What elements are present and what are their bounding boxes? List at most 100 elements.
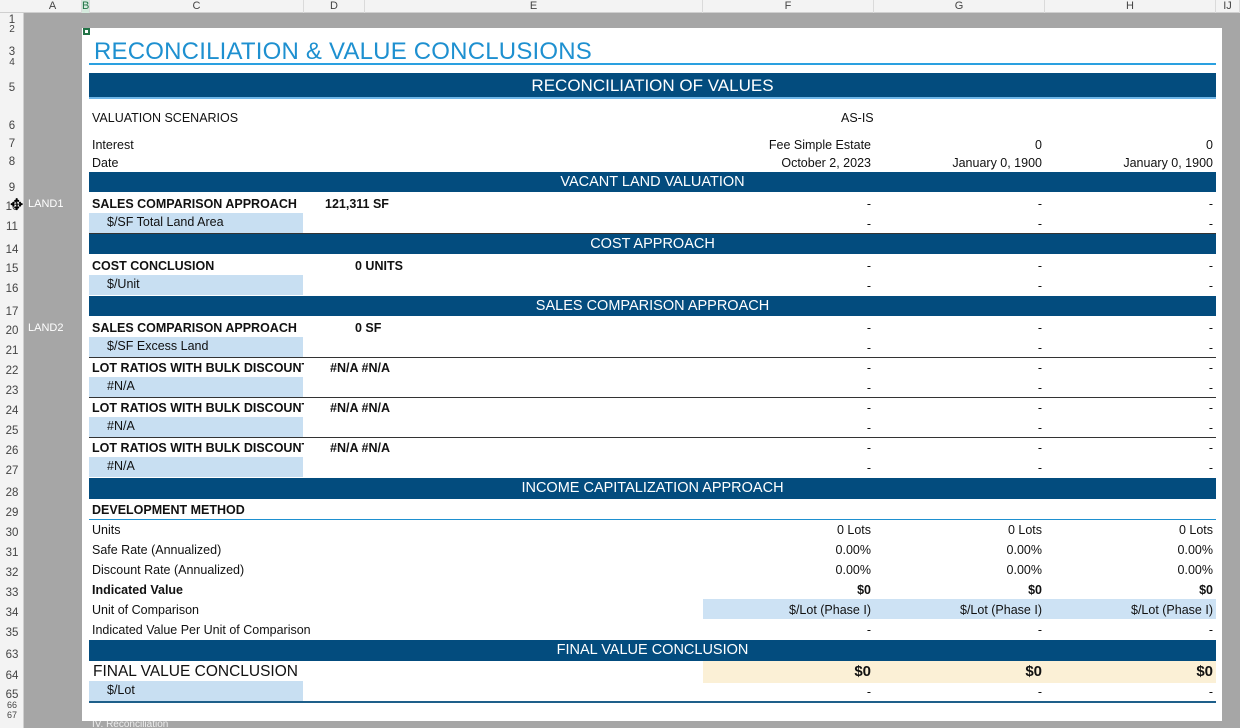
dash-cell[interactable]: - xyxy=(874,400,1042,416)
sf-total-land-area-cell[interactable]: $/SF Total Land Area xyxy=(89,213,303,233)
row-number[interactable]: 16 xyxy=(0,279,24,299)
dash-cell[interactable]: - xyxy=(874,340,1042,356)
row-number[interactable]: 66 xyxy=(0,701,24,710)
dash-cell[interactable]: - xyxy=(703,380,871,396)
row-number[interactable]: 27 xyxy=(0,461,24,481)
dash-cell[interactable]: - xyxy=(703,360,871,376)
dash-cell[interactable]: - xyxy=(1045,278,1213,294)
safe-rate-f[interactable]: 0.00% xyxy=(703,542,871,558)
row-number[interactable]: 17 xyxy=(0,302,24,322)
row-number[interactable]: 14 xyxy=(0,240,24,260)
column-header-c[interactable]: C xyxy=(90,0,304,13)
units-value-h[interactable]: 0 Lots xyxy=(1045,522,1213,538)
dash-cell[interactable]: - xyxy=(874,360,1042,376)
dash-cell[interactable]: - xyxy=(1045,360,1213,376)
row-number[interactable]: 32 xyxy=(0,563,24,583)
dash-cell[interactable]: - xyxy=(703,320,871,336)
dash-cell[interactable]: - xyxy=(1045,380,1213,396)
per-unit-cell[interactable]: $/Unit xyxy=(89,275,303,295)
row-number[interactable]: 24 xyxy=(0,401,24,421)
row-number[interactable]: 67 xyxy=(0,711,24,720)
dash-cell[interactable]: - xyxy=(874,380,1042,396)
dash-cell[interactable]: - xyxy=(874,320,1042,336)
lot-ratios-qty[interactable]: #N/A #N/A xyxy=(330,360,390,376)
dash-cell[interactable]: - xyxy=(703,400,871,416)
row-number[interactable]: 7 xyxy=(0,134,24,154)
dash-cell[interactable]: - xyxy=(1045,622,1213,638)
lot-ratios-qty[interactable]: #N/A #N/A xyxy=(330,400,390,416)
dash-cell[interactable]: - xyxy=(703,440,871,456)
lot-ratio-na-cell[interactable]: #N/A xyxy=(89,377,303,397)
dash-cell[interactable]: - xyxy=(1045,216,1213,232)
discount-rate-f[interactable]: 0.00% xyxy=(703,562,871,578)
row-number[interactable]: 25 xyxy=(0,421,24,441)
uoc-value-h[interactable]: $/Lot (Phase I) xyxy=(1045,602,1213,618)
row-number[interactable]: 22 xyxy=(0,361,24,381)
dash-cell[interactable]: - xyxy=(874,622,1042,638)
date-value-h[interactable]: January 0, 1900 xyxy=(1045,155,1213,171)
dash-cell[interactable]: - xyxy=(874,684,1042,700)
dash-cell[interactable]: - xyxy=(874,278,1042,294)
dash-cell[interactable]: - xyxy=(703,216,871,232)
dash-cell[interactable]: - xyxy=(874,440,1042,456)
column-header-d[interactable]: D xyxy=(304,0,365,13)
row-number[interactable]: 11 xyxy=(0,217,24,237)
row-number[interactable]: 4 xyxy=(0,58,24,68)
dash-cell[interactable]: - xyxy=(874,258,1042,274)
uoc-value-g[interactable]: $/Lot (Phase I) xyxy=(874,602,1042,618)
dash-cell[interactable]: - xyxy=(703,684,871,700)
dash-cell[interactable]: - xyxy=(703,196,871,212)
indicated-value-h[interactable]: $0 xyxy=(1045,582,1213,598)
row-number[interactable]: 35 xyxy=(0,623,24,643)
dash-cell[interactable]: - xyxy=(874,420,1042,436)
column-header-e[interactable]: E xyxy=(365,0,703,13)
dash-cell[interactable]: - xyxy=(703,622,871,638)
row-number[interactable]: 21 xyxy=(0,341,24,361)
date-value-f[interactable]: October 2, 2023 xyxy=(703,155,871,171)
final-value-h[interactable]: $0 xyxy=(1045,663,1213,681)
sales-sf[interactable]: 0 SF xyxy=(355,320,381,336)
sheet-tab-name[interactable]: IV. Reconciliation xyxy=(92,721,168,728)
column-header-g[interactable]: G xyxy=(874,0,1045,13)
row-number[interactable]: 29 xyxy=(0,503,24,523)
dash-cell[interactable]: - xyxy=(703,340,871,356)
row-number[interactable]: 8 xyxy=(0,152,24,172)
dash-cell[interactable]: - xyxy=(1045,420,1213,436)
dash-cell[interactable]: - xyxy=(1045,340,1213,356)
dash-cell[interactable]: - xyxy=(1045,440,1213,456)
row-number[interactable]: 30 xyxy=(0,523,24,543)
dash-cell[interactable]: - xyxy=(703,278,871,294)
vacant-land-area[interactable]: 121,311 SF xyxy=(325,196,389,212)
safe-rate-g[interactable]: 0.00% xyxy=(874,542,1042,558)
dash-cell[interactable]: - xyxy=(703,420,871,436)
column-header-h[interactable]: H xyxy=(1045,0,1216,13)
final-value-f[interactable]: $0 xyxy=(703,663,871,681)
cell-selection-handle[interactable] xyxy=(83,28,90,35)
units-value-g[interactable]: 0 Lots xyxy=(874,522,1042,538)
dash-cell[interactable]: - xyxy=(703,460,871,476)
indicated-value-g[interactable]: $0 xyxy=(874,582,1042,598)
interest-value-h[interactable]: 0 xyxy=(1045,137,1213,153)
units-value-f[interactable]: 0 Lots xyxy=(703,522,871,538)
cost-units[interactable]: 0 UNITS xyxy=(355,258,403,274)
indicated-value-f[interactable]: $0 xyxy=(703,582,871,598)
row-number[interactable]: 23 xyxy=(0,381,24,401)
row-number[interactable]: 15 xyxy=(0,259,24,279)
dash-cell[interactable]: - xyxy=(1045,196,1213,212)
dash-cell[interactable]: - xyxy=(1045,320,1213,336)
row-number[interactable]: 5 xyxy=(0,78,24,98)
row-number[interactable]: 33 xyxy=(0,583,24,603)
per-lot-cell[interactable]: $/Lot xyxy=(89,681,303,701)
lot-ratio-na-cell[interactable]: #N/A xyxy=(89,417,303,437)
sf-excess-land-cell[interactable]: $/SF Excess Land xyxy=(89,337,303,357)
column-header-f[interactable]: F xyxy=(703,0,874,13)
discount-rate-h[interactable]: 0.00% xyxy=(1045,562,1213,578)
row-number[interactable]: 63 xyxy=(0,645,24,665)
dash-cell[interactable]: - xyxy=(874,460,1042,476)
lot-ratios-qty[interactable]: #N/A #N/A xyxy=(330,440,390,456)
row-number[interactable]: 31 xyxy=(0,543,24,563)
discount-rate-g[interactable]: 0.00% xyxy=(874,562,1042,578)
interest-value-g[interactable]: 0 xyxy=(874,137,1042,153)
column-header-ij[interactable]: IJ xyxy=(1216,0,1240,13)
row-number[interactable]: 28 xyxy=(0,483,24,503)
